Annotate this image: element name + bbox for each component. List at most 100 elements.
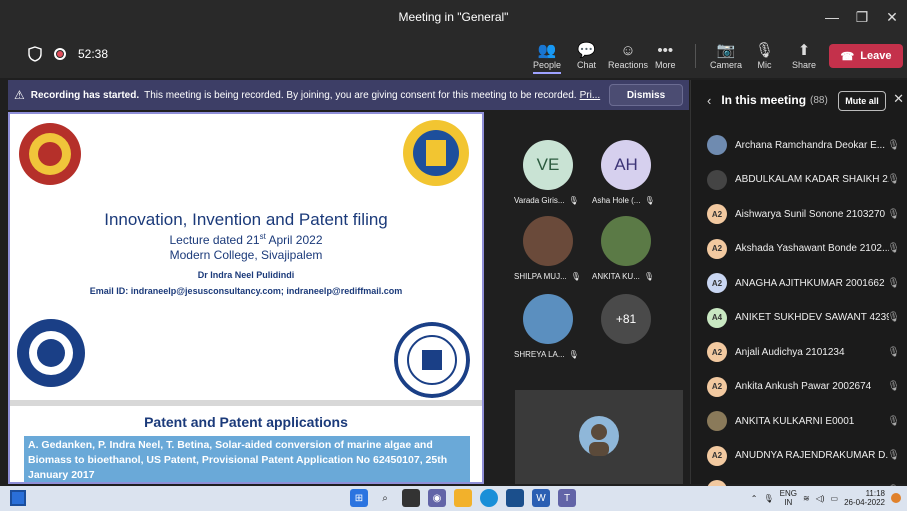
participant-name: ABDULKALAM KADAR SHAIKH 2... xyxy=(735,174,889,185)
bar-ilan-logo xyxy=(403,120,469,186)
panel-title: In this meeting xyxy=(721,93,807,107)
panel-header: ‹ In this meeting (88) Mute all ✕ xyxy=(691,80,907,120)
participant-name: ANIKET SUKHDEV SAWANT 42396 xyxy=(735,312,889,323)
shield-icon[interactable] xyxy=(28,46,42,62)
chat-button[interactable]: 💬 Chat xyxy=(577,40,596,70)
reactions-button[interactable]: ☺ Reactions xyxy=(608,40,648,71)
participant-row[interactable]: ABDULKALAM KADAR SHAIKH 2... 🎙 xyxy=(691,163,907,197)
tile-name: Varada Giris... 🎙 xyxy=(514,196,579,205)
close-window-button[interactable]: ✕ xyxy=(877,0,907,34)
banner-bold-text: Recording has started. xyxy=(30,89,140,101)
participant-tile[interactable]: AH xyxy=(601,140,651,190)
participant-avatar: A2 xyxy=(707,445,727,466)
slide-title: Innovation, Invention and Patent filing xyxy=(104,210,388,229)
tile-initials: AH xyxy=(614,155,638,174)
tray-chevron-icon[interactable]: ⌃ xyxy=(751,494,758,503)
notification-icon[interactable] xyxy=(891,493,901,503)
mic-off-icon: 🎙 xyxy=(568,350,579,359)
participant-tile[interactable]: VE xyxy=(523,140,573,190)
teams-chat-icon[interactable]: ◉ xyxy=(428,489,446,507)
mic-off-icon: 🎙 xyxy=(887,139,900,151)
participant-row[interactable]: ANKITA KULKARNI E0001 🎙 xyxy=(691,404,907,438)
dismiss-button[interactable]: Dismiss xyxy=(609,84,683,106)
slide-lecture-date: Lecture dated 21st April 2022 xyxy=(10,232,482,247)
mic-off-icon: 🎙 xyxy=(887,208,900,220)
camera-button[interactable]: 📷 Camera xyxy=(710,40,742,70)
participant-name: Aishwarya Sunil Sonone 2103270 xyxy=(735,208,886,220)
self-view[interactable] xyxy=(515,390,683,484)
participant-tile[interactable] xyxy=(523,216,573,266)
task-view-icon[interactable] xyxy=(402,489,420,507)
word-icon[interactable]: W xyxy=(532,489,550,507)
more-participants-count: +81 xyxy=(615,312,637,326)
close-panel-icon[interactable]: ✕ xyxy=(893,91,904,107)
slide2-body: A. Gedanken, P. Indra Neel, T. Betina, S… xyxy=(24,436,470,482)
more-participants-tile[interactable]: +81 xyxy=(601,294,651,344)
participant-avatar xyxy=(707,135,727,155)
participant-name: Ankita Ankush Pawar 2002674 xyxy=(735,381,872,392)
participant-row[interactable]: A2 Ankita Ankush Pawar 2002674 🎙 xyxy=(691,370,907,404)
minimize-button[interactable]: — xyxy=(817,0,847,34)
mic-off-icon: 🎙 xyxy=(887,346,900,358)
mute-all-button[interactable]: Mute all xyxy=(838,91,886,111)
volume-icon[interactable]: ◁) xyxy=(816,494,825,503)
participant-row[interactable]: A2 Akshada Yashawant Bonde 2102... 🎙 xyxy=(691,232,907,266)
lecture-date-prefix: Lecture dated 21 xyxy=(169,233,260,247)
clock[interactable]: 11:18 26-04-2022 xyxy=(844,489,885,507)
tile-name: SHILPA MUJ... 🎙 xyxy=(514,272,581,281)
share-icon: ⬆ xyxy=(797,42,811,59)
share-button[interactable]: ⬆ Share xyxy=(792,40,816,70)
slide-title-page: Innovation, Invention and Patent filing … xyxy=(10,114,482,400)
participant-name: Akshada Yashawant Bonde 2102... xyxy=(735,243,889,254)
participant-tile[interactable] xyxy=(523,294,573,344)
tile-name: Asha Hole (... 🎙 xyxy=(592,196,655,205)
privacy-link[interactable]: Pri... xyxy=(580,90,601,101)
participant-avatar xyxy=(707,169,727,190)
mic-off-icon: 🎙 xyxy=(644,196,655,205)
participant-name: ANAGHA AJITHKUMAR 2001662 xyxy=(735,277,885,289)
people-button[interactable]: 👥 People xyxy=(533,40,562,74)
participant-row[interactable]: A4 ANIKET SUKHDEV SAWANT 42396 🎙 xyxy=(691,301,907,335)
participant-name: Archana Ramchandra Deokar E... xyxy=(735,139,886,151)
battery-icon[interactable]: ▭ xyxy=(831,494,839,503)
participant-row[interactable]: A2 ANUDNYA RAJENDRAKUMAR D... 🎙 xyxy=(691,439,907,473)
language-indicator[interactable]: ENG IN xyxy=(780,489,797,507)
start-icon[interactable]: ⊞ xyxy=(350,489,368,507)
maximize-button[interactable]: ❐ xyxy=(847,0,877,34)
participant-row[interactable]: A2 Anjali Audichya 2101234 🎙 xyxy=(691,335,907,369)
participant-row[interactable]: Archana Ramchandra Deokar E... 🎙 xyxy=(691,128,907,162)
leave-label: Leave xyxy=(860,50,892,62)
tile-name-text: SHREYA LA... xyxy=(514,350,565,359)
toolbar-divider xyxy=(695,44,696,68)
mic-off-icon: 🎙 xyxy=(755,42,775,59)
participant-tile[interactable] xyxy=(601,216,651,266)
teams-icon[interactable]: T xyxy=(558,489,576,507)
tray-mic-icon[interactable]: 🎙 xyxy=(763,494,773,503)
edge-icon[interactable] xyxy=(480,489,498,507)
reactions-icon: ☺ xyxy=(620,41,636,59)
store-icon[interactable] xyxy=(506,489,524,507)
participant-count: (88) xyxy=(810,94,828,106)
participant-name: ANUDNYA RAJENDRAKUMAR D... xyxy=(735,450,889,461)
search-icon[interactable]: ⌕ xyxy=(376,489,394,507)
leave-button[interactable]: ☎ Leave xyxy=(829,44,903,68)
widgets-icon[interactable] xyxy=(10,490,26,506)
participant-row[interactable]: A2 ANAGHA AJITHKUMAR 2001662 🎙 xyxy=(691,266,907,300)
mic-button[interactable]: 🎙 Mic xyxy=(755,40,774,70)
participant-avatar: A2 xyxy=(707,238,727,259)
camera-off-icon: 📷 xyxy=(716,42,736,59)
tile-name-text: Asha Hole (... xyxy=(592,196,641,205)
iit-madras-logo xyxy=(19,123,81,185)
sjtu-logo xyxy=(394,322,470,398)
warning-icon: ⚠ xyxy=(14,88,25,102)
mic-off-icon: 🎙 xyxy=(887,381,900,392)
file-explorer-icon[interactable] xyxy=(454,489,472,507)
recording-icon xyxy=(54,48,66,60)
back-chevron-icon[interactable]: ‹ xyxy=(707,93,711,108)
more-button[interactable]: ••• More xyxy=(655,40,676,71)
wifi-icon[interactable]: ≋ xyxy=(803,494,810,503)
meeting-toolbar: 52:38 👥 People 💬 Chat ☺ Reactions ••• Mo… xyxy=(0,34,907,78)
participant-row[interactable]: A2 Aishwarya Sunil Sonone 2103270 🎙 xyxy=(691,197,907,231)
tile-name: ANKITA KU... 🎙 xyxy=(592,272,654,281)
chat-label: Chat xyxy=(577,60,597,70)
